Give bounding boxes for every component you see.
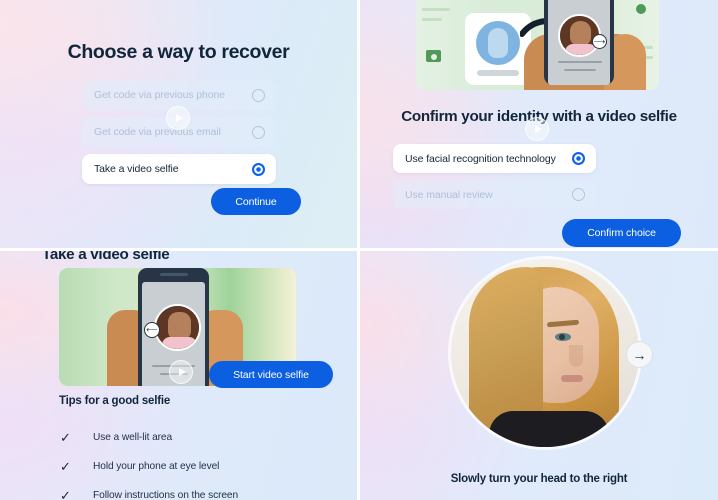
tips-list: ✓ Use a well-lit area ✓ Hold your phone … (60, 423, 320, 500)
continue-button[interactable]: Continue (211, 188, 301, 215)
play-icon[interactable] (169, 360, 193, 384)
list-item: ✓ Hold your phone at eye level (60, 452, 320, 481)
arrow-right-icon: ⟶ (592, 34, 607, 49)
confirm-option-list: Use facial recognition technology Use ma… (393, 144, 596, 216)
panel-live-capture: → Slowly turn your head to the right (360, 251, 718, 500)
panel-choose-recovery: Choose a way to recover Get code via pre… (0, 0, 357, 248)
radio-button-selected[interactable] (252, 162, 265, 176)
check-icon: ✓ (60, 430, 71, 445)
confirm-choice-button[interactable]: Confirm choice (562, 219, 681, 247)
start-video-selfie-button[interactable]: Start video selfie (209, 361, 333, 388)
option-label: Get code via previous phone (94, 89, 225, 101)
tip-label: Follow instructions on the screen (93, 490, 239, 500)
option-label: Take a video selfie (94, 163, 179, 175)
arrow-right-icon[interactable]: → (626, 341, 653, 368)
play-icon[interactable] (166, 106, 190, 130)
option-label: Use manual review (405, 188, 493, 201)
person-icon (636, 4, 646, 14)
list-item: ✓ Follow instructions on the screen (60, 481, 320, 500)
list-item: ✓ Use a well-lit area (60, 423, 320, 452)
camera-icon (426, 50, 441, 62)
panel-confirm-identity: ⟶ Confirm your identity with a video sel… (360, 0, 718, 248)
option-label: Get code via previous email (94, 126, 221, 138)
arrow-left-icon: ⟵ (144, 322, 160, 338)
radio-button[interactable] (252, 125, 265, 139)
check-icon: ✓ (60, 459, 71, 474)
radio-button[interactable] (572, 188, 585, 201)
play-icon[interactable] (525, 117, 549, 141)
selfie-preview (154, 304, 201, 351)
capture-instruction: Slowly turn your head to the right (450, 473, 628, 485)
option-manual-review[interactable]: Use manual review (393, 180, 596, 209)
panel-take-video-selfie: Take a video selfie ⟵ Start video selfie… (0, 251, 357, 500)
id-to-phone-selfie-illustration: ⟶ (416, 0, 659, 90)
page-title: Take a video selfie (42, 251, 170, 263)
tip-label: Use a well-lit area (93, 432, 173, 443)
phone-mockup: ⟶ (544, 0, 614, 85)
option-take-video-selfie[interactable]: Take a video selfie (82, 154, 276, 184)
tips-heading: Tips for a good selfie (59, 395, 171, 407)
radio-button[interactable] (252, 88, 265, 102)
option-facial-recognition[interactable]: Use facial recognition technology (393, 144, 596, 173)
four-panel-storyboard: Choose a way to recover Get code via pre… (0, 0, 718, 500)
check-icon: ✓ (60, 488, 71, 500)
radio-button-selected[interactable] (572, 152, 585, 165)
recovery-option-list: Get code via previous phone Get code via… (82, 80, 276, 191)
tip-label: Hold your phone at eye level (93, 461, 220, 472)
option-label: Use facial recognition technology (405, 152, 556, 165)
page-title: Choose a way to recover (67, 41, 290, 63)
user-selfie-preview (451, 259, 639, 447)
